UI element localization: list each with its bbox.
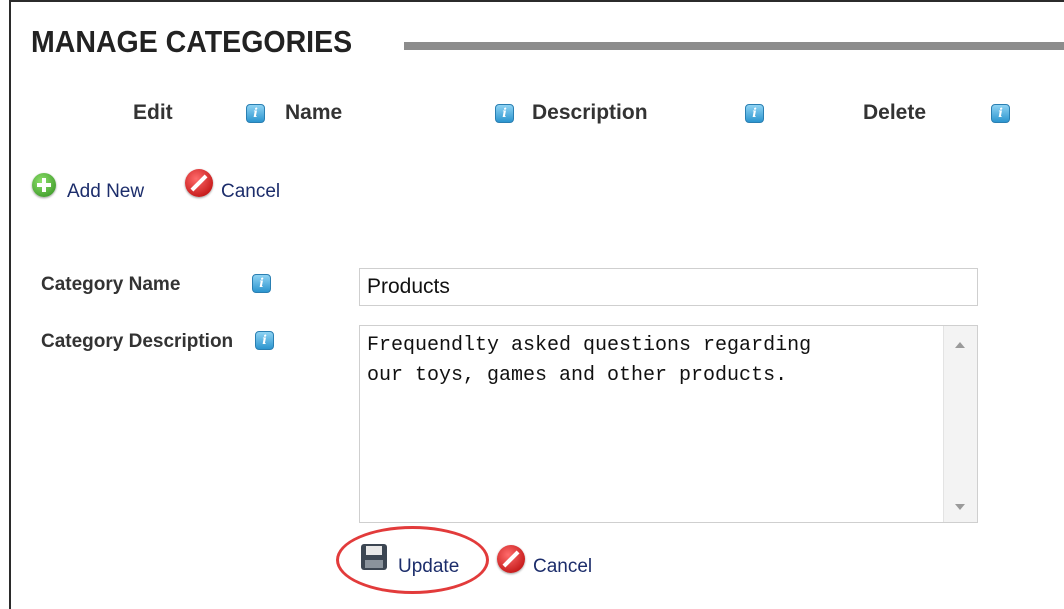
add-new-link[interactable]: Add New [67, 181, 144, 203]
category-description-textarea[interactable]: Frequendlty asked questions regarding ou… [360, 326, 944, 522]
category-name-label: Category Name [41, 274, 181, 295]
help-icon[interactable]: i [246, 104, 265, 123]
category-description-label: Category Description [41, 331, 234, 352]
help-icon[interactable]: i [991, 104, 1010, 123]
page-title: MANAGE CATEGORIES [31, 24, 353, 59]
save-icon[interactable] [361, 544, 387, 570]
category-name-input[interactable] [359, 268, 978, 306]
help-icon[interactable]: i [495, 104, 514, 123]
title-rule [404, 42, 1064, 50]
help-icon[interactable]: i [252, 274, 271, 293]
column-header-delete: Delete [863, 101, 927, 124]
cancel-icon[interactable] [497, 545, 525, 573]
category-description-field[interactable]: Frequendlty asked questions regarding ou… [359, 325, 978, 523]
column-header-name[interactable]: Name [285, 101, 342, 125]
textarea-scrollbar[interactable] [943, 326, 977, 522]
form-cancel-link[interactable]: Cancel [533, 556, 592, 578]
help-icon[interactable]: i [745, 104, 764, 123]
scroll-down-icon[interactable] [955, 504, 965, 510]
column-header-edit: Edit [133, 101, 173, 124]
cancel-link[interactable]: Cancel [221, 181, 280, 203]
add-icon[interactable] [32, 173, 56, 197]
scroll-up-icon[interactable] [955, 342, 965, 348]
update-link[interactable]: Update [398, 556, 459, 578]
cancel-icon[interactable] [185, 169, 213, 197]
column-header-description[interactable]: Description [532, 101, 648, 125]
help-icon[interactable]: i [255, 331, 274, 350]
